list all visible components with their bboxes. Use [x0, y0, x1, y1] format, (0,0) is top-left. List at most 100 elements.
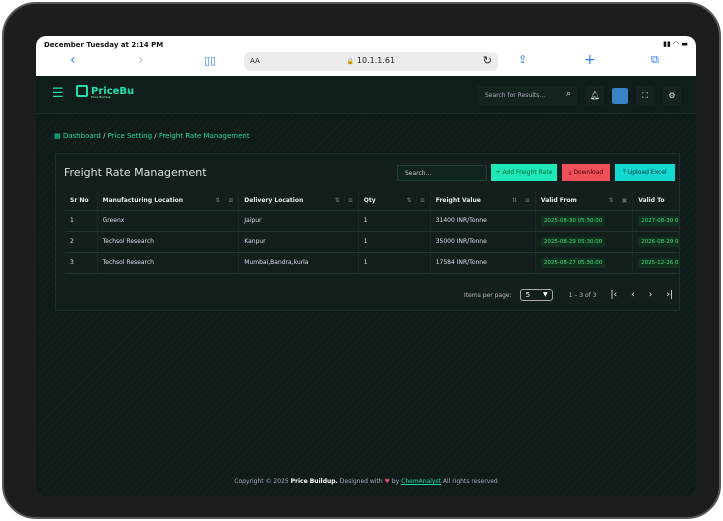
- table-cell: 1: [65, 210, 98, 232]
- tablet-frame: December Tuesday at 2:14 PM ▮▮ ◠ ▬ ‹ › ▯…: [2, 2, 721, 519]
- upload-excel-button[interactable]: ⤒ Upload Excel: [615, 164, 675, 181]
- table-cell: Jaipur: [238, 210, 359, 232]
- page-range: 1 – 3 of 3: [568, 291, 597, 299]
- search-placeholder: Search for Results...: [485, 92, 546, 99]
- breadcrumb-sep: /: [103, 132, 106, 140]
- freight-table: Sr No Manufacturing Location ≡ ⇅ Delivery …: [65, 191, 679, 274]
- breadcrumb-current: Freight Rate Management: [158, 132, 250, 140]
- col-delivery-location[interactable]: Delivery Location ≡ ⇅: [238, 191, 359, 211]
- calendar-icon[interactable]: ▣: [622, 197, 628, 204]
- breadcrumb-sep: /: [154, 132, 157, 140]
- table-cell: 2025-08-30 05:30:00: [535, 210, 634, 232]
- card-title: Freight Rate Management: [64, 166, 207, 179]
- back-icon[interactable]: ‹: [70, 52, 76, 68]
- table-cell: 2: [65, 231, 98, 253]
- table-cell: 3: [65, 252, 98, 274]
- col-freight-value[interactable]: Freight Value ≡ ⇅: [430, 191, 536, 211]
- app: ☰ PriceBu Price Buildup Search for Result…: [36, 76, 696, 496]
- sort-icon[interactable]: ⇅: [335, 197, 340, 204]
- table-header-row: Sr No Manufacturing Location ≡ ⇅ Delivery …: [65, 191, 679, 211]
- browser-bar: December Tuesday at 2:14 PM ▮▮ ◠ ▬ ‹ › ▯…: [36, 36, 696, 76]
- table-cell: 2027-08-30 05:30:00: [632, 210, 679, 232]
- table-row[interactable]: 3 Techsol Research Mumbai,Bandra,kurla 1 175…: [65, 252, 679, 274]
- address-bar[interactable]: AA 🔒 10.1.1.61 ↻: [244, 52, 498, 71]
- footer-by: by: [391, 478, 400, 485]
- col-valid-from[interactable]: Valid From ▣ ⇅: [535, 191, 634, 211]
- logo[interactable]: PriceBu Price Buildup: [76, 85, 134, 99]
- table-cell: 2025-08-27 05:30:00: [535, 252, 634, 274]
- chemanalyst-link[interactable]: ChemAnalyst: [401, 478, 441, 485]
- filter-icon[interactable]: ≡: [420, 197, 425, 204]
- col-manufacturing-location[interactable]: Manufacturing Location ≡ ⇅: [97, 191, 240, 211]
- add-freight-rate-button[interactable]: + Add Freight Rate: [491, 164, 557, 181]
- table-search-input[interactable]: Search...: [397, 165, 487, 181]
- url-text: 10.1.1.61: [356, 56, 396, 65]
- table-cell: 1: [358, 231, 431, 253]
- last-page-icon[interactable]: ›|: [666, 290, 673, 300]
- filter-icon[interactable]: ≡: [228, 197, 233, 204]
- breadcrumb: ▦ Dashboard / Price Setting / Freight Ra…: [54, 132, 250, 140]
- status-time: December Tuesday at 2:14 PM: [44, 41, 164, 49]
- reload-icon[interactable]: ↻: [483, 54, 492, 67]
- filter-icon[interactable]: ≡: [348, 197, 353, 204]
- top-bar: ☰ PriceBu Price Buildup Search for Result…: [36, 76, 696, 114]
- new-tab-icon[interactable]: +: [584, 52, 596, 68]
- items-per-page-label: Items per page:: [464, 291, 512, 299]
- breadcrumb-price-setting[interactable]: Price Setting: [108, 132, 152, 140]
- freight-card: Freight Rate Management Search... + Add …: [55, 153, 680, 311]
- breadcrumb-dashboard[interactable]: Dashboard: [63, 132, 101, 140]
- next-page-icon[interactable]: ›: [649, 290, 653, 300]
- table-cell: 31400 INR/Tonne: [430, 210, 536, 232]
- footer-rights: All rights reserved: [442, 478, 498, 485]
- table-cell: 2025-12-26 05:30:00: [632, 252, 679, 274]
- download-button[interactable]: ⤓ Download: [562, 164, 610, 181]
- table-row[interactable]: 1 Greenx Jaipur 1 31400 INR/Tonne 2025-08-30 …: [65, 210, 679, 232]
- brand: Price Buildup.: [290, 478, 338, 485]
- share-icon[interactable]: ⇪: [518, 53, 527, 66]
- footer: Copyright © 2025 Price Buildup. Designed…: [36, 478, 696, 485]
- copyright: Copyright © 2025: [234, 478, 289, 485]
- filter-icon[interactable]: ≡: [525, 197, 530, 204]
- col-qty[interactable]: Qty ≡ ⇅: [358, 191, 431, 211]
- items-per-page-select[interactable]: 5 ▼: [519, 289, 553, 301]
- global-search-input[interactable]: Search for Results... ⌕: [477, 86, 577, 105]
- avatar[interactable]: [612, 88, 628, 104]
- sort-icon[interactable]: ⇅: [609, 197, 614, 204]
- col-sr-no[interactable]: Sr No: [65, 191, 98, 211]
- fullscreen-icon[interactable]: ⛶: [636, 86, 654, 105]
- sort-icon[interactable]: ⇅: [512, 197, 517, 204]
- table-cell: Mumbai,Bandra,kurla: [238, 252, 359, 274]
- bookmarks-icon[interactable]: ▯▯: [204, 54, 216, 67]
- prev-page-icon[interactable]: ‹: [631, 290, 635, 300]
- table-cell: 35000 INR/Tonne: [430, 231, 536, 253]
- forward-icon[interactable]: ›: [138, 52, 144, 68]
- table-cell: 2026-08-29 05:30:00: [632, 231, 679, 253]
- table-cell: 2025-08-29 05:30:00: [535, 231, 634, 253]
- settings-icon[interactable]: ⚙: [663, 86, 681, 105]
- bell-icon[interactable]: 🔔︎: [586, 86, 604, 105]
- table-cell: 1: [358, 210, 431, 232]
- table-cell: Kanpur: [238, 231, 359, 253]
- table-row[interactable]: 2 Techsol Research Kanpur 1 35000 INR/Tonne 2…: [65, 231, 679, 253]
- dropdown-arrow-icon: ▼: [543, 291, 548, 298]
- paginator: Items per page: 5 ▼ 1 – 3 of 3 |‹ ‹ › ›|: [464, 289, 673, 301]
- first-page-icon[interactable]: |‹: [611, 290, 618, 300]
- table-cell: Greenx: [97, 210, 240, 232]
- table-cell: Techsol Research: [97, 231, 240, 253]
- dashboard-icon: ▦: [54, 132, 61, 140]
- tabs-icon[interactable]: ⧉: [651, 53, 659, 67]
- table-cell: 17584 INR/Tonne: [430, 252, 536, 274]
- footer-text: Designed with: [339, 478, 383, 485]
- logo-icon: [76, 85, 88, 97]
- sort-icon[interactable]: ⇅: [407, 197, 412, 204]
- heart-icon: ♥: [384, 478, 390, 485]
- menu-icon[interactable]: ☰: [52, 86, 64, 101]
- table-cell: 1: [358, 252, 431, 274]
- search-icon[interactable]: ⌕: [566, 89, 571, 99]
- sort-icon[interactable]: ⇅: [215, 197, 220, 204]
- col-valid-to[interactable]: Valid To⇅: [632, 191, 679, 211]
- status-icons: ▮▮ ◠ ▬: [663, 40, 688, 48]
- lock-icon: 🔒: [346, 58, 355, 65]
- screen: December Tuesday at 2:14 PM ▮▮ ◠ ▬ ‹ › ▯…: [36, 36, 696, 496]
- table-cell: Techsol Research: [97, 252, 240, 274]
